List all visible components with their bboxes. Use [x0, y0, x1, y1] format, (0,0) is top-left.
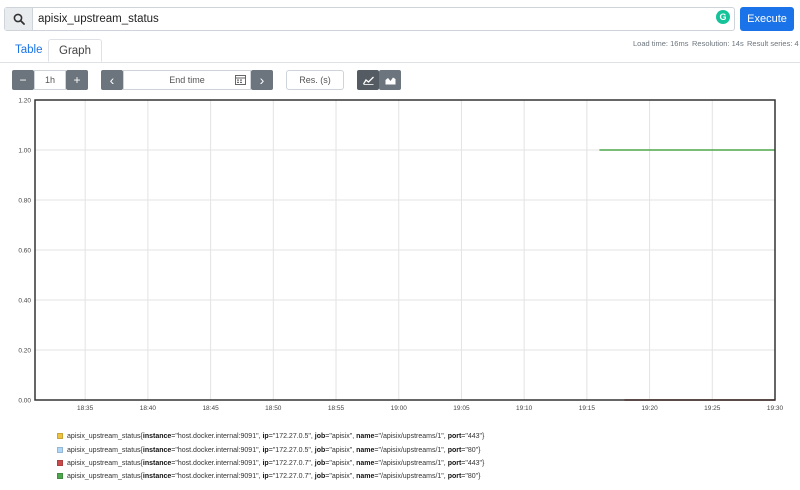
y-tick-label: 1.00: [18, 148, 31, 155]
load-time: Load time: 16ms: [633, 39, 689, 48]
next-time-button[interactable]: ›: [251, 70, 273, 90]
range-input[interactable]: 1h: [34, 70, 66, 90]
execute-button[interactable]: Execute: [740, 7, 794, 31]
y-tick-label: 0.60: [18, 248, 31, 255]
prev-time-button[interactable]: ‹: [101, 70, 123, 90]
x-tick-label: 19:20: [641, 405, 658, 412]
x-tick-label: 18:50: [265, 405, 282, 412]
area-chart-icon: [385, 77, 395, 84]
end-time-input[interactable]: End time: [123, 70, 251, 90]
legend-item[interactable]: apisix_upstream_status{instance="host.do…: [57, 433, 484, 440]
y-tick-label: 0.20: [18, 348, 31, 355]
tab-graph[interactable]: Graph: [48, 39, 102, 62]
x-tick-label: 18:35: [77, 405, 94, 412]
x-tick-label: 19:25: [704, 405, 721, 412]
x-tick-label: 19:00: [391, 405, 408, 412]
tab-table[interactable]: Table: [5, 39, 53, 62]
legend-swatch: [57, 473, 63, 480]
legend-item[interactable]: apisix_upstream_status{instance="host.do…: [57, 473, 481, 480]
legend-swatch: [57, 433, 63, 440]
x-tick-label: 18:45: [202, 405, 219, 412]
query-input[interactable]: [38, 10, 678, 28]
y-tick-label: 1.20: [18, 98, 31, 105]
graph-chart: 18:35 18:40 18:45 18:50 18:55 19:00 19:05 19:10…: [18, 98, 784, 413]
y-tick-label: 0.00: [18, 398, 31, 405]
resolution: Resolution: 14s: [692, 39, 744, 48]
x-tick-label: 18:40: [140, 405, 157, 412]
y-tick-label: 0.80: [18, 198, 31, 205]
calendar-icon[interactable]: [235, 75, 246, 87]
grammarly-icon[interactable]: G: [716, 10, 730, 24]
decrease-range-button[interactable]: −: [12, 70, 34, 90]
query-bar: G: [4, 7, 735, 31]
x-tick-label: 19:05: [453, 405, 470, 412]
x-tick-label: 19:15: [579, 405, 596, 412]
legend-swatch: [57, 447, 63, 454]
tab-divider: [0, 62, 800, 63]
end-time-placeholder: End time: [169, 75, 205, 85]
legend-item[interactable]: apisix_upstream_status{instance="host.do…: [57, 447, 481, 454]
x-tick-label: 19:10: [516, 405, 533, 412]
legend-item[interactable]: apisix_upstream_status{instance="host.do…: [57, 460, 484, 467]
x-tick-label: 19:30: [767, 405, 784, 412]
resolution-input[interactable]: Res. (s): [286, 70, 344, 90]
y-tick-label: 0.40: [18, 298, 31, 305]
legend-swatch: [57, 460, 63, 467]
result-series: Result series: 4: [747, 39, 799, 48]
x-tick-label: 18:55: [328, 405, 345, 412]
stacked-chart-toggle[interactable]: [379, 70, 401, 90]
search-icon[interactable]: [5, 8, 33, 30]
line-chart-toggle[interactable]: [357, 70, 379, 90]
increase-range-button[interactable]: +: [66, 70, 88, 90]
line-chart-icon: [362, 76, 374, 85]
